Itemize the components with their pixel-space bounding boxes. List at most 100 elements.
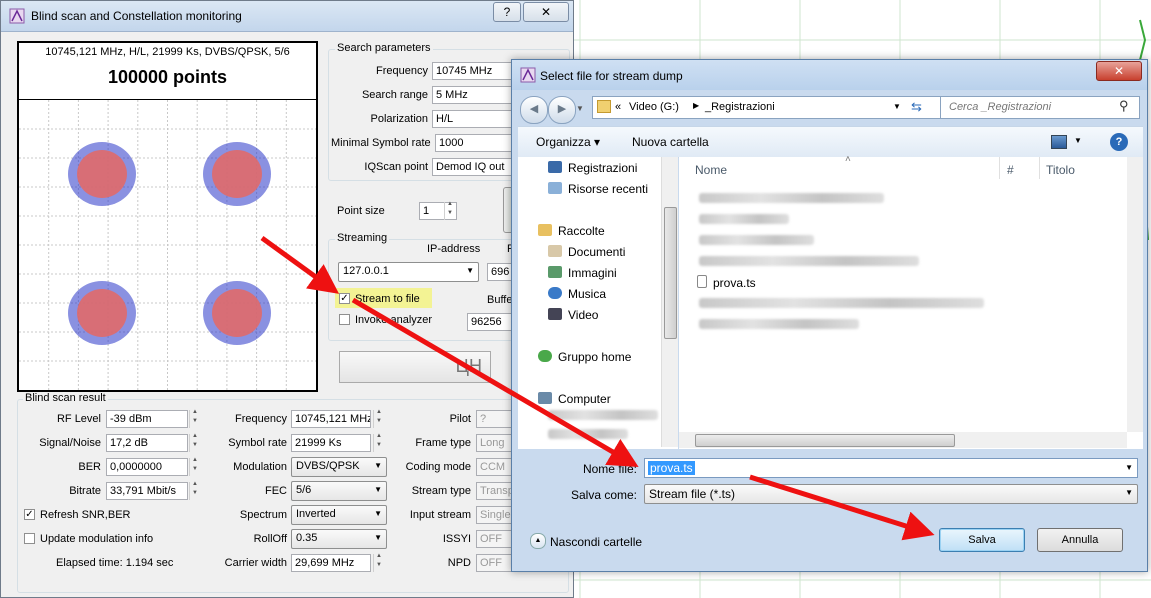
start-button[interactable]: ЦН [339,351,491,383]
save-as-type-select[interactable]: Stream file (*.ts) ▼ [644,484,1138,504]
bitrate-spinner[interactable] [189,481,201,500]
file-row[interactable] [699,298,984,308]
carrier-width-value[interactable]: 29,699 MHz [291,554,371,572]
rolloff-label: RollOff [253,533,287,545]
file-row[interactable] [699,193,884,203]
rf-level-value[interactable]: -39 dBm [106,410,188,428]
bitrate-label: Bitrate [69,485,101,497]
refresh-snr-checkbox[interactable]: ✓ [24,509,35,520]
breadcrumb-overflow[interactable]: « [615,101,621,113]
recent-locations-icon[interactable]: ▼ [576,104,584,113]
homegroup-icon [538,350,552,362]
nav-item-libraries[interactable]: Raccolte [538,224,605,238]
save-button[interactable]: Salva [939,528,1025,552]
close-button[interactable]: ✕ [523,2,569,22]
iqscan-point-select[interactable]: Demod IQ out [432,158,512,176]
file-row[interactable] [699,214,789,224]
filename-value[interactable]: prova.ts [648,461,695,475]
fec-select[interactable]: 5/6 ▼ [291,481,387,501]
breadcrumb-drive[interactable]: Video (G:) [629,101,679,113]
symbol-rate-value[interactable]: 21999 Ks [291,434,371,452]
frequency-input[interactable]: 10745 MHz [432,62,512,80]
hide-folders-button[interactable]: Nascondi cartelle [550,535,642,549]
symbol-rate-spinner[interactable] [373,433,385,452]
file-scroll-thumb[interactable] [695,434,955,447]
nav-item-images[interactable]: Immagini [548,266,617,280]
nav-scrollbar[interactable] [661,157,678,447]
column-number[interactable]: # [1007,163,1014,177]
signal-noise-spinner[interactable] [189,433,201,452]
min-symbol-rate-input[interactable]: 1000 [435,134,512,152]
search-input[interactable]: Cerca _Registrazioni [949,101,1051,113]
spectrum-select[interactable]: Inverted ▼ [291,505,387,525]
save-file-dialog: Select file for stream dump ✕ ◀ ▶ ▼ « Vi… [511,59,1148,572]
file-vertical-scrollbar[interactable] [1127,157,1143,432]
nav-item-registrazioni[interactable]: Registrazioni [548,161,637,175]
point-size-spinner[interactable] [444,201,456,220]
dialog-close-button[interactable]: ✕ [1096,61,1142,81]
column-title[interactable]: Titolo [1046,163,1075,177]
address-bar[interactable]: « Video (G:) ▶ _Registrazioni ▼ ⇆ [592,96,942,119]
file-row-prova[interactable]: prova.ts [697,275,756,290]
view-icon[interactable] [1051,135,1067,149]
modulation-select[interactable]: DVBS/QPSK ▼ [291,457,387,477]
bitrate-value[interactable]: 33,791 Mbit/s [106,482,188,500]
issyi-label: ISSYI [442,533,471,545]
app-icon [520,67,536,83]
rolloff-select[interactable]: 0.35 ▼ [291,529,387,549]
forward-arrow-icon[interactable]: ▶ [548,96,576,124]
ip-address-select[interactable]: 127.0.0.1 ▼ [338,262,479,282]
nav-item-documents[interactable]: Documenti [548,245,625,259]
help-icon[interactable]: ? [1110,133,1128,151]
file-row[interactable] [699,256,919,266]
address-dropdown-icon[interactable]: ▼ [893,102,901,111]
result-frequency-value[interactable]: 10745,121 MHz [291,410,371,428]
update-modulation-checkbox[interactable] [24,533,35,544]
column-name[interactable]: Nome [695,163,727,177]
chevron-down-icon[interactable]: ▼ [1125,463,1133,472]
ber-value[interactable]: 0,0000000 [106,458,188,476]
blurred-drive-item[interactable] [548,410,658,420]
search-range-input[interactable]: 5 MHz [432,86,512,104]
nav-item-music[interactable]: Musica [548,287,606,301]
view-dropdown-icon[interactable]: ▼ [1074,136,1082,145]
stream-to-file-checkbox[interactable]: ✓ [339,293,350,304]
refresh-icon[interactable]: ⇆ [911,99,922,115]
organize-button[interactable]: Organizza ▾ [536,135,600,149]
collapse-icon[interactable]: ▲ [530,533,546,549]
search-box[interactable]: Cerca _Registrazioni ⚲ [940,96,1140,119]
nav-item-video[interactable]: Video [548,308,598,322]
nav-item-homegroup[interactable]: Gruppo home [538,350,631,364]
pictures-icon [548,266,562,278]
rf-level-spinner[interactable] [189,409,201,428]
ber-spinner[interactable] [189,457,201,476]
dialog-titlebar[interactable]: Select file for stream dump ✕ [512,60,1147,90]
result-frequency-spinner[interactable] [373,409,385,428]
file-row[interactable] [699,319,859,329]
cancel-button[interactable]: Annulla [1037,528,1123,552]
polarization-select[interactable]: H/L [432,110,512,128]
breadcrumb-folder[interactable]: _Registrazioni [705,101,775,113]
main-titlebar[interactable]: Blind scan and Constellation monitoring … [1,1,573,32]
nav-item-computer[interactable]: Computer [538,392,611,406]
nav-scroll-thumb[interactable] [664,207,677,339]
sort-arrow-icon: ˄ [845,154,851,165]
help-button[interactable]: ? [493,2,521,22]
input-stream-label: Input stream [409,509,471,521]
blurred-drive-item[interactable] [548,429,628,439]
carrier-width-spinner[interactable] [373,553,385,572]
signal-noise-value[interactable]: 17,2 dB [106,434,188,452]
buffer-input[interactable]: 96256 [467,313,517,331]
chevron-down-icon: ▼ [466,266,474,275]
app-icon [9,8,25,24]
computer-icon [538,392,552,404]
back-arrow-icon[interactable]: ◀ [520,96,548,124]
new-folder-button[interactable]: Nuova cartella [632,135,709,149]
file-horizontal-scrollbar[interactable] [679,432,1127,448]
filename-input[interactable]: prova.ts ▼ [644,458,1138,478]
filename-label: Nome file: [582,462,637,476]
nav-item-recent[interactable]: Risorse recenti [548,182,648,196]
file-row[interactable] [699,235,814,245]
search-icon[interactable]: ⚲ [1119,98,1129,114]
invoke-analyzer-checkbox[interactable] [339,314,350,325]
